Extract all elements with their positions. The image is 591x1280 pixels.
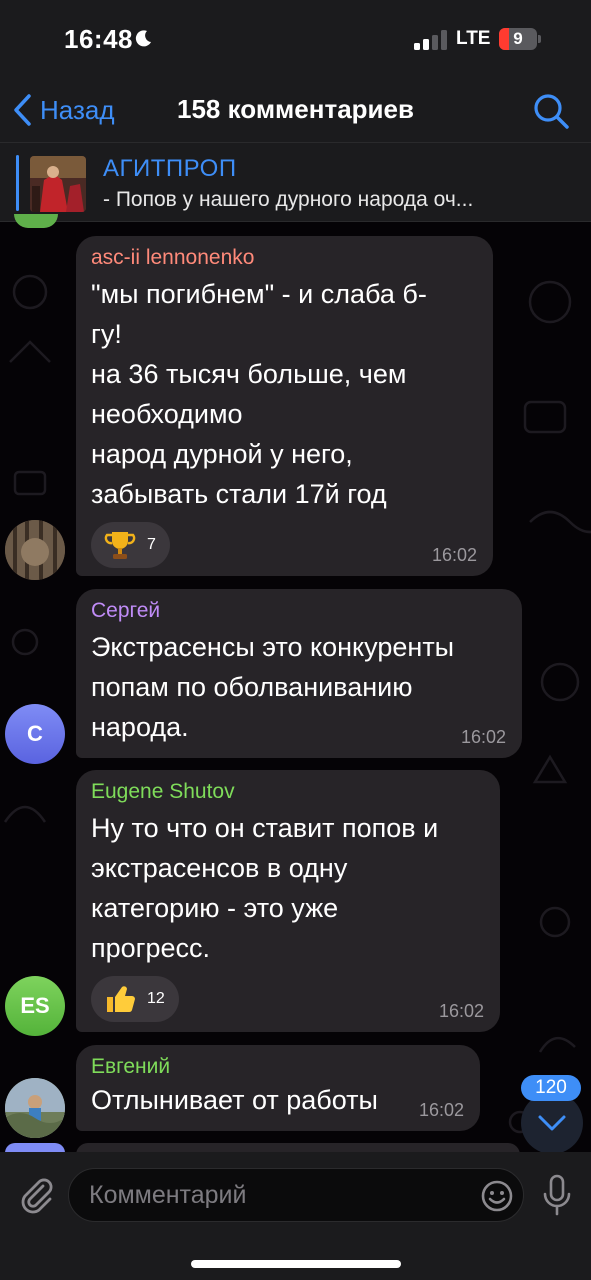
avatar-photo	[5, 520, 65, 580]
trophy-icon	[104, 532, 136, 559]
message-bubble[interactable]: Евгений Отлынивает от работы 16:02	[76, 1045, 480, 1131]
sender-name[interactable]: Евгений	[91, 1055, 464, 1079]
comment-input[interactable]	[68, 1168, 524, 1222]
moon-icon	[135, 30, 151, 47]
back-button[interactable]: Назад	[12, 90, 115, 130]
message-bubble[interactable]: Сергей Экстрасенсы это конкуренты попам …	[76, 589, 522, 758]
pinned-accent-bar	[16, 155, 19, 211]
message-time: 16:02	[431, 545, 477, 565]
microphone-icon[interactable]	[540, 1174, 574, 1216]
network-type: LTE	[456, 28, 491, 49]
avatar-photo	[5, 1078, 65, 1138]
message-text: Ну то что он ставит попов и экстрасенсов…	[91, 813, 439, 963]
emoji-icon[interactable]	[480, 1179, 514, 1213]
avatar[interactable]	[5, 520, 65, 580]
message-text: Экстрасенсы это конкуренты попам по обол…	[91, 632, 455, 742]
reaction-count: 7	[147, 536, 156, 553]
pinned-post-excerpt: - Попов у нашего дурного народа оч...	[103, 188, 474, 211]
pinned-post[interactable]: АГИТПРОП - Попов у нашего дурного народа…	[0, 142, 591, 222]
back-label: Назад	[40, 94, 115, 125]
message-text: "мы погибнем" - и слаба б- гу! на 36 тыс…	[91, 279, 427, 509]
search-icon[interactable]	[530, 90, 572, 132]
message-bubble[interactable]: Eugene Shutov Ну то что он ставит попов …	[76, 770, 500, 1032]
avatar[interactable]: С	[5, 704, 65, 764]
sender-name[interactable]: asc-ii lennonenko	[91, 246, 477, 270]
pinned-post-thumbnail	[30, 156, 86, 212]
message-text: Отлынивает от работы	[91, 1085, 378, 1115]
status-bar: 16:48 LTE 9	[0, 0, 591, 80]
reaction-chip[interactable]: 12	[91, 976, 179, 1022]
avatar-initials: С	[27, 721, 43, 746]
battery-level: 9	[513, 29, 523, 48]
status-time: 16:48	[64, 24, 133, 54]
signal-strength-icon	[414, 30, 447, 50]
unread-count-badge: 120	[521, 1075, 581, 1101]
avatar-initials: ES	[20, 993, 50, 1018]
message-time: 16:02	[460, 727, 506, 747]
scroll-to-bottom-button[interactable]	[521, 1092, 583, 1154]
message-time: 16:02	[438, 1001, 484, 1021]
thumbs-up-icon	[107, 986, 135, 1013]
pinned-channel-name: АГИТПРОП	[103, 155, 237, 182]
chevron-down-icon	[538, 1115, 566, 1131]
message-time: 16:02	[418, 1100, 464, 1120]
sender-name[interactable]: Eugene Shutov	[91, 780, 484, 804]
home-indicator	[191, 1260, 401, 1268]
sender-name[interactable]: Сергей	[91, 599, 506, 623]
avatar[interactable]: ES	[5, 976, 65, 1036]
paperclip-icon[interactable]	[16, 1174, 56, 1214]
chevron-left-icon	[14, 94, 31, 126]
reaction-chip[interactable]: 7	[91, 522, 170, 568]
message-bubble[interactable]: asc-ii lennonenko "мы погибнем" - и слаб…	[76, 236, 493, 576]
battery-icon: 9	[499, 28, 541, 50]
comment-composer	[0, 1152, 591, 1280]
avatar[interactable]	[5, 1078, 65, 1138]
nav-bar: Назад 158 комментариев	[0, 80, 591, 142]
reaction-count: 12	[147, 990, 165, 1007]
